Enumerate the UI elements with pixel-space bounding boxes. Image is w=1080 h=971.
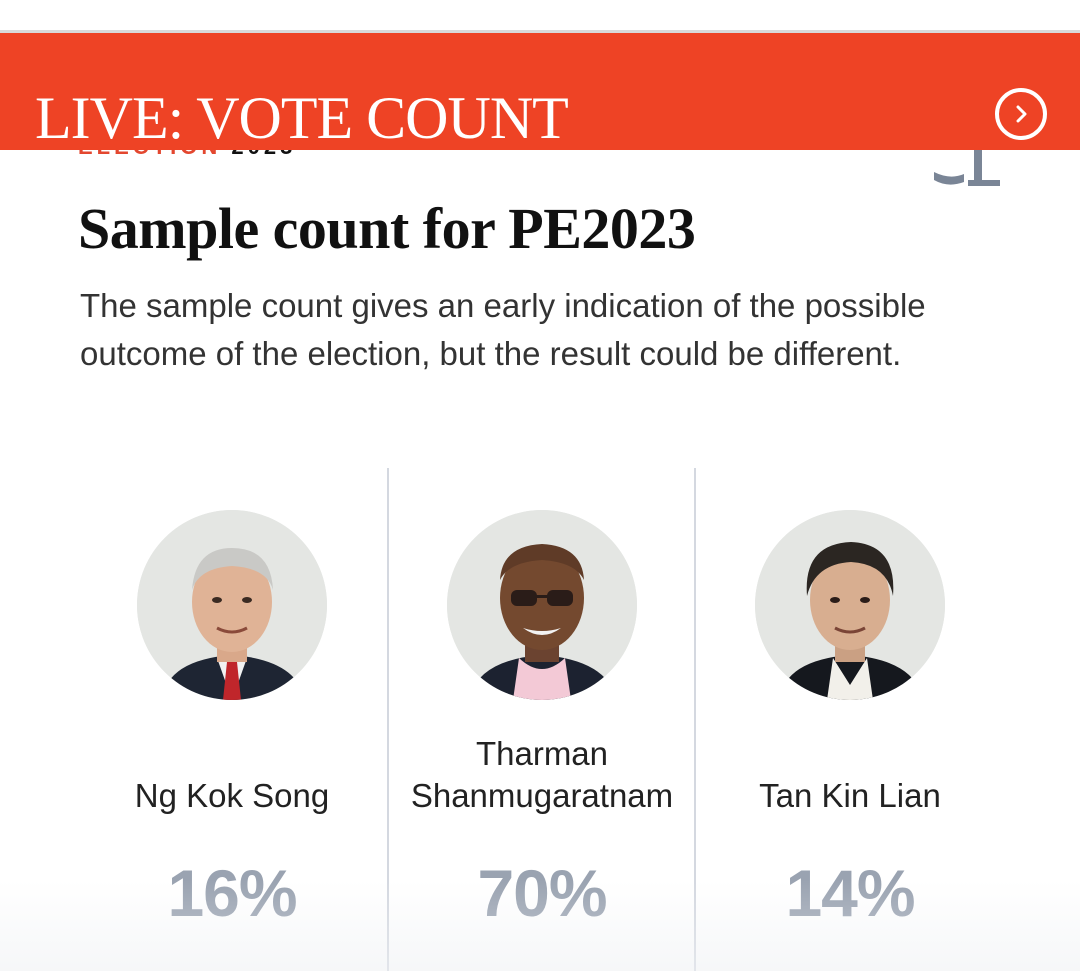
candidate-photo [137,510,327,700]
live-vote-count-banner[interactable]: LIVE: VOTE COUNT [0,33,1080,151]
candidate-name-line2: Shanmugaratnam [410,777,674,814]
publication-logo [930,150,1010,190]
candidate-photo [447,510,637,700]
banner-title: LIVE: VOTE COUNT [35,85,569,151]
chevron-right-circle-icon[interactable] [995,88,1047,140]
candidate-name-line1: Tharman [475,735,609,772]
candidate-card-tharman-shanmugaratnam: Tharman Shanmugaratnam 70% [388,468,696,971]
section-kicker: ELECTION 2023 [78,150,296,172]
candidate-card-tan-kin-lian: Tan Kin Lian 14% [696,468,1004,971]
candidate-card-ng-kok-song: Ng Kok Song 16% [78,468,386,971]
candidate-name: Tharman Shanmugaratnam [388,733,696,817]
article-description: The sample count gives an early indicati… [80,287,926,372]
candidate-percentage: 14% [785,856,915,930]
candidate-photo [755,510,945,700]
candidate-name: Tan Kin Lian [759,777,941,814]
page-title: Sample count for PE2023 [78,196,696,261]
candidate-percentage: 70% [477,856,607,930]
candidate-percentage: 16% [167,856,297,930]
candidate-name: Ng Kok Song [134,777,330,814]
